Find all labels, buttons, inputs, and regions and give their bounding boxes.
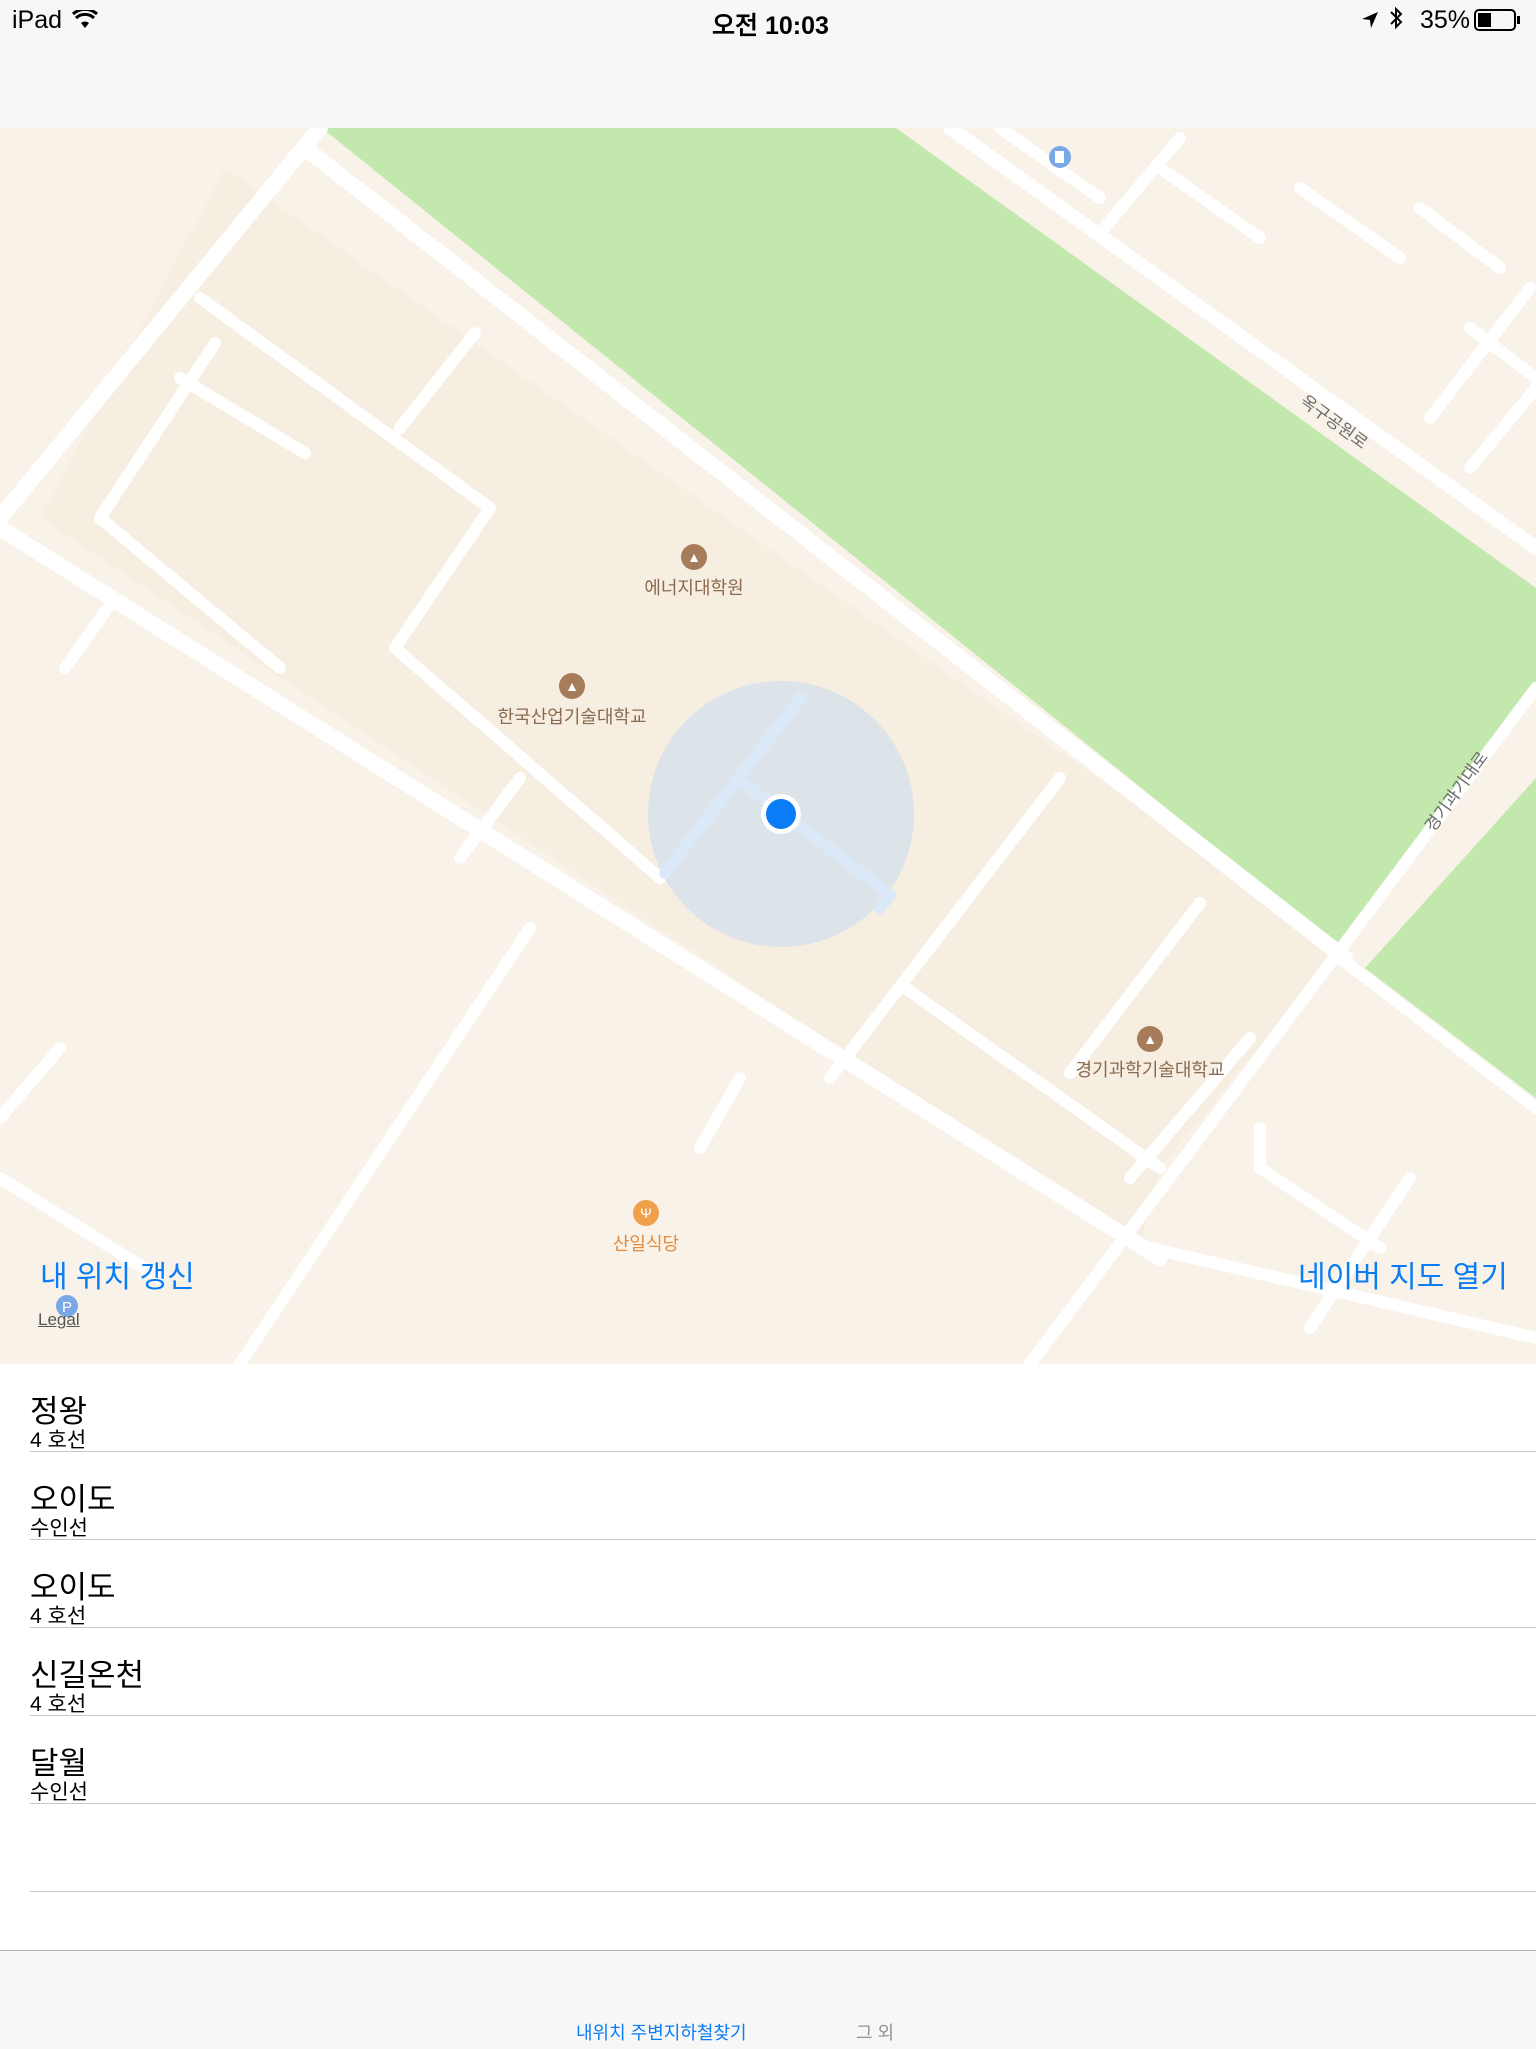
graduation-cap-icon: ▲	[681, 544, 707, 570]
list-item[interactable]: 오이도 수인선	[30, 1452, 1536, 1540]
graduation-cap-icon: ▲	[559, 673, 585, 699]
tab-bar: 내위치 주변지하철찾기 그 외	[0, 1950, 1536, 2049]
station-list: 정왕 4 호선 오이도 수인선 오이도 4 호선 신길온천 4 호선 달월 수인…	[0, 1364, 1536, 1892]
graduation-cap-icon: ▲	[1137, 1026, 1163, 1052]
fork-knife-icon: Ψ	[633, 1200, 659, 1226]
battery-icon	[1474, 9, 1522, 38]
map-view[interactable]: P ▲ 에너지대학원 ▲ 한국산업기술대학교 ▲ 경기과학기술대학교 Ψ 산일식…	[0, 128, 1536, 1364]
poi-energy-graduate-school[interactable]: ▲ 에너지대학원	[624, 544, 764, 600]
list-item[interactable]: 정왕 4 호선	[30, 1364, 1536, 1452]
open-naver-map-button[interactable]: 네이버 지도 열기	[1298, 1252, 1508, 1296]
poi-korea-polytechnic-univ[interactable]: ▲ 한국산업기술대학교	[472, 673, 672, 729]
list-item[interactable]: 오이도 4 호선	[30, 1540, 1536, 1628]
poi-sanil-restaurant[interactable]: Ψ 산일식당	[586, 1200, 706, 1256]
navigation-bar	[0, 40, 1536, 129]
station-line: 4 호선	[30, 1605, 87, 1628]
station-line: 수인선	[30, 1517, 88, 1540]
station-line: 수인선	[30, 1781, 88, 1804]
bluetooth-icon	[1388, 6, 1404, 37]
location-arrow-icon	[1360, 8, 1380, 37]
station-line: 4 호선	[30, 1429, 87, 1452]
device-name: iPad	[12, 6, 63, 34]
status-bar: iPad 오전 10:03 35%	[0, 0, 1536, 40]
map-canvas[interactable]: P	[0, 128, 1536, 1364]
list-item[interactable]: 달월 수인선	[30, 1716, 1536, 1804]
legal-link[interactable]: Legal	[38, 1310, 80, 1330]
clock: 오전 10:03	[712, 12, 829, 40]
poi-gyeonggi-science-tech-univ[interactable]: ▲ 경기과학기술대학교	[1050, 1026, 1250, 1082]
battery-percent: 35%	[1420, 6, 1471, 34]
tab-others[interactable]: 그 외	[856, 2019, 894, 2045]
station-line: 4 호선	[30, 1693, 87, 1716]
user-location-dot	[766, 799, 796, 829]
empty-row	[30, 1804, 1536, 1892]
wifi-icon	[72, 7, 98, 37]
update-location-button[interactable]: 내 위치 갱신	[40, 1252, 195, 1296]
list-item[interactable]: 신길온천 4 호선	[30, 1628, 1536, 1716]
tab-nearby-subway[interactable]: 내위치 주변지하철찾기	[576, 2019, 747, 2045]
